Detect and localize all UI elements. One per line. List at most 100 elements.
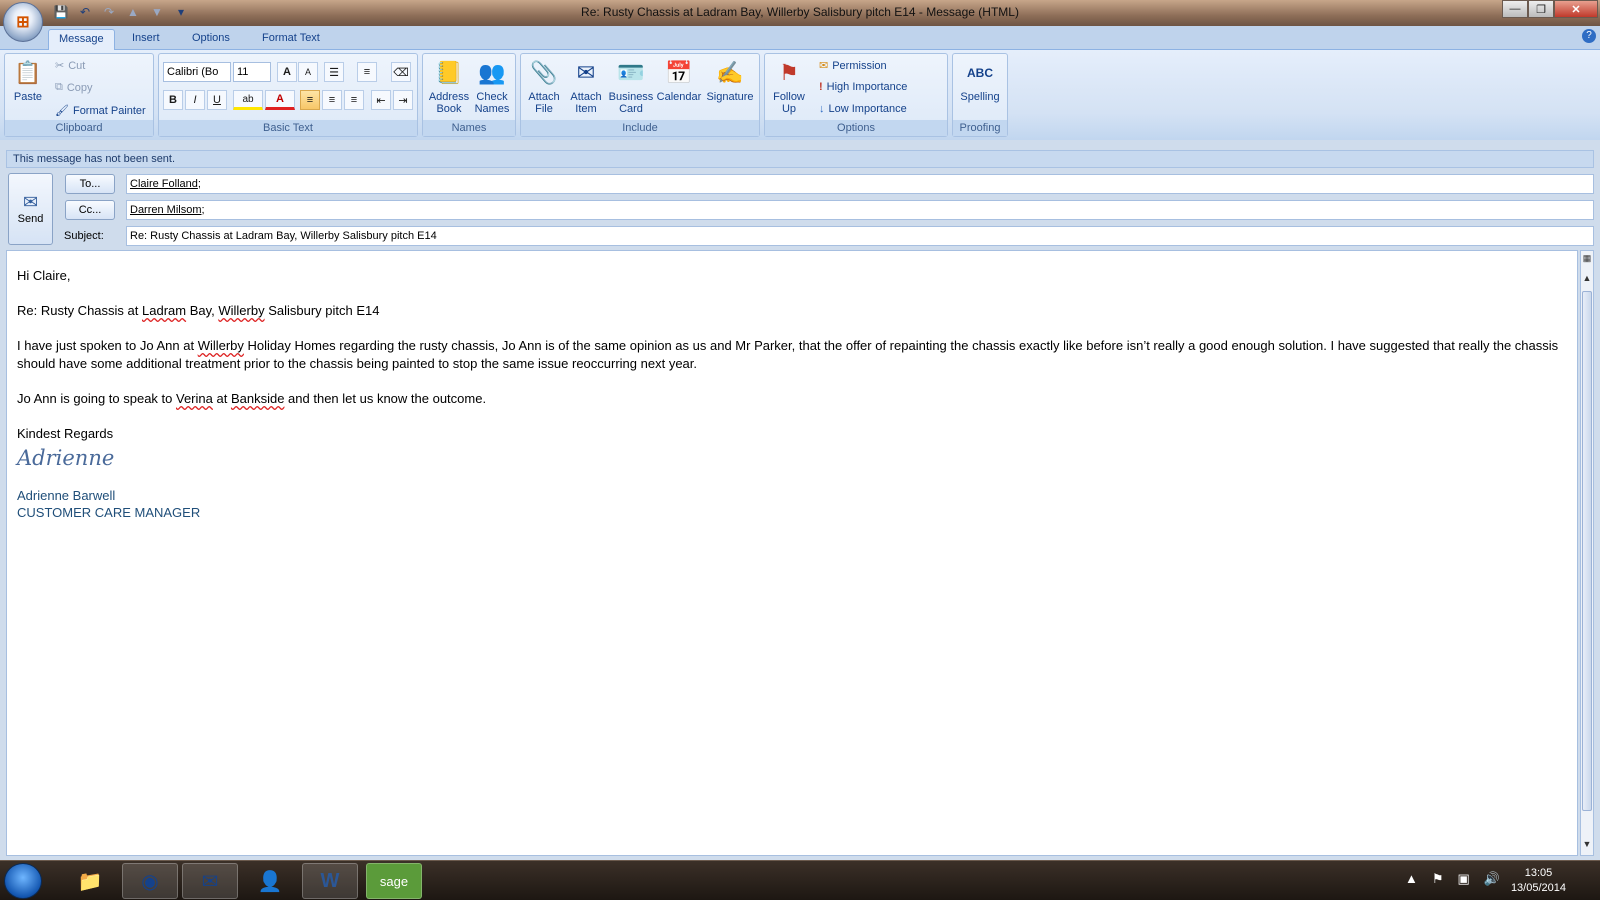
business-card-button[interactable]: 🪪 Business Card [607, 58, 655, 116]
format-painter-button[interactable]: 🖌 Format Painter [55, 104, 146, 118]
cut-button[interactable]: ✂ Cut [55, 59, 85, 73]
copy-icon: ⧉ [55, 81, 63, 93]
greeting: Hi Claire, [17, 268, 71, 283]
office-logo-icon: ⊞ [16, 14, 30, 31]
align-center-button[interactable]: ≡ [322, 90, 342, 110]
flag-icon: ⚑ [779, 60, 799, 85]
scroll-up-icon[interactable]: ▲ [1581, 273, 1593, 287]
clock[interactable]: 13:05 13/05/2014 [1511, 866, 1566, 896]
attach-file-button[interactable]: 📎 Attach File [523, 58, 565, 116]
eraser-icon: ⌫ [393, 66, 409, 79]
close-button[interactable]: ✕ [1554, 0, 1598, 18]
down-arrow-icon: ↓ [819, 103, 825, 115]
clipboard-icon: 📋 [14, 60, 42, 85]
numbering-button[interactable]: ≡ [357, 62, 377, 82]
spelling-button[interactable]: ABC Spelling [955, 58, 1005, 103]
increase-indent-button[interactable]: ⇥ [393, 90, 413, 110]
contacts-icon[interactable]: 👤 [242, 863, 298, 899]
align-right-button[interactable]: ≡ [344, 90, 364, 110]
attach-item-button[interactable]: ✉ Attach Item [565, 58, 607, 116]
title-bar: 💾 ↶ ↷ ▲ ▼ ▾ Re: Rusty Chassis at Ladram … [0, 0, 1600, 26]
word-icon[interactable]: W [302, 863, 358, 899]
grow-font-button[interactable]: A [277, 62, 297, 82]
ruler-icon[interactable]: ▦ [1581, 253, 1593, 267]
scroll-thumb[interactable] [1582, 291, 1592, 811]
indent-icon: ⇥ [398, 94, 408, 107]
underline-button[interactable]: U [207, 90, 227, 110]
show-hidden-icons-icon[interactable]: ▲ [1405, 871, 1418, 887]
outlook-icon[interactable]: ✉ [182, 863, 238, 899]
send-button[interactable]: ✉ Send [8, 173, 53, 245]
highlight-button[interactable]: ab [233, 90, 263, 110]
clipboard-group: 📋 Paste ✂ Cut ⧉ Copy 🖌 Format Painter Clipb… [4, 53, 154, 137]
tab-options[interactable]: Options [182, 29, 240, 50]
signature-button[interactable]: ✍ Signature [703, 58, 757, 104]
explorer-icon[interactable]: 📁 [62, 863, 118, 899]
send-icon: ✉ [22, 192, 39, 212]
exclamation-icon: ! [819, 81, 823, 93]
window-title: Re: Rusty Chassis at Ladram Bay, Willerb… [581, 5, 1019, 19]
bullets-button[interactable]: ☰ [324, 62, 344, 82]
check-names-button[interactable]: 👥 Check Names [471, 58, 513, 116]
network-icon[interactable]: ▣ [1458, 871, 1470, 887]
start-button[interactable] [4, 863, 42, 899]
follow-up-button[interactable]: ⚑ Follow Up [767, 58, 811, 116]
low-importance-button[interactable]: ↓ Low Importance [819, 103, 907, 115]
permission-button[interactable]: ✉ Permission [819, 59, 887, 73]
message-body[interactable]: Hi Claire, Re: Rusty Chassis at Ladram B… [6, 250, 1578, 856]
action-center-flag-icon[interactable]: ⚑ [1432, 871, 1444, 887]
font-color-button[interactable]: A [265, 90, 295, 110]
closing: Kindest Regards [17, 426, 114, 441]
calendar-icon: 📅 [665, 60, 693, 85]
copy-button[interactable]: ⧉ Copy [55, 81, 93, 94]
chrome-icon[interactable]: ◉ [122, 863, 178, 899]
include-group: 📎 Attach File ✉ Attach Item 🪪 Business Card… [520, 53, 760, 137]
paperclip-icon: 📎 [530, 60, 558, 85]
cc-button[interactable]: Cc... [65, 200, 115, 220]
spelling-icon: ABC [967, 66, 993, 80]
high-importance-button[interactable]: ! High Importance [819, 81, 907, 93]
shrink-font-button[interactable]: A [298, 62, 318, 82]
decrease-indent-button[interactable]: ⇤ [371, 90, 391, 110]
to-button[interactable]: To... [65, 174, 115, 194]
signature-image: Adrienne [17, 446, 115, 470]
scissors-icon: ✂ [55, 60, 65, 72]
names-label: Names [423, 120, 515, 136]
font-name-combo[interactable]: Calibri (Bo [163, 62, 231, 82]
help-icon[interactable]: ? [1582, 29, 1596, 43]
italic-button[interactable]: I [185, 90, 205, 110]
recipient[interactable]: Darren Milsom [130, 204, 202, 216]
ribbon-tabs: Message Insert Options Format Text [0, 26, 1600, 50]
envelope-icon: ✉ [576, 60, 596, 85]
to-field[interactable]: Claire Folland; [126, 174, 1594, 194]
tab-format-text[interactable]: Format Text [252, 29, 330, 50]
signature-title: CUSTOMER CARE MANAGER [17, 505, 201, 520]
paragraph-1: I have just spoken to Jo Ann at Willerby… [17, 338, 1559, 371]
paste-button[interactable]: 📋 Paste [11, 58, 45, 104]
subject-line: Re: Rusty Chassis at Ladram Bay, Willerb… [17, 303, 380, 318]
basic-text-label: Basic Text [159, 120, 417, 136]
maximize-button[interactable]: ❐ [1528, 0, 1554, 18]
address-book-button[interactable]: 📒 Address Book [427, 58, 471, 116]
calendar-button[interactable]: 📅 Calendar [655, 58, 703, 104]
subject-field[interactable]: Re: Rusty Chassis at Ladram Bay, Willerb… [126, 226, 1594, 246]
sage-icon[interactable]: sage [366, 863, 422, 899]
outdent-icon: ⇤ [376, 94, 386, 107]
font-size-combo[interactable]: 11 [233, 62, 271, 82]
signature-icon: ✍ [716, 60, 744, 85]
minimize-button[interactable]: — [1502, 0, 1528, 18]
office-button[interactable]: ⊞ [3, 2, 43, 42]
subject-label: Subject: [64, 230, 104, 242]
info-bar: This message has not been sent. [6, 150, 1594, 168]
cc-field[interactable]: Darren Milsom; [126, 200, 1594, 220]
volume-icon[interactable]: 🔊 [1484, 871, 1500, 887]
scroll-down-icon[interactable]: ▼ [1581, 839, 1593, 853]
tab-insert[interactable]: Insert [122, 29, 170, 50]
vertical-scrollbar[interactable]: ▦ ▲ ▼ [1580, 250, 1594, 856]
taskbar: 📁 ◉ ✉ 👤 W sage ▲ ⚑ ▣ 🔊 13:05 13/05/2014 [0, 860, 1600, 900]
bold-button[interactable]: B [163, 90, 183, 110]
recipient[interactable]: Claire Folland [130, 178, 198, 190]
clear-formatting-button[interactable]: ⌫ [391, 62, 411, 82]
tab-message[interactable]: Message [48, 29, 115, 50]
align-left-button[interactable]: ≡ [300, 90, 320, 110]
